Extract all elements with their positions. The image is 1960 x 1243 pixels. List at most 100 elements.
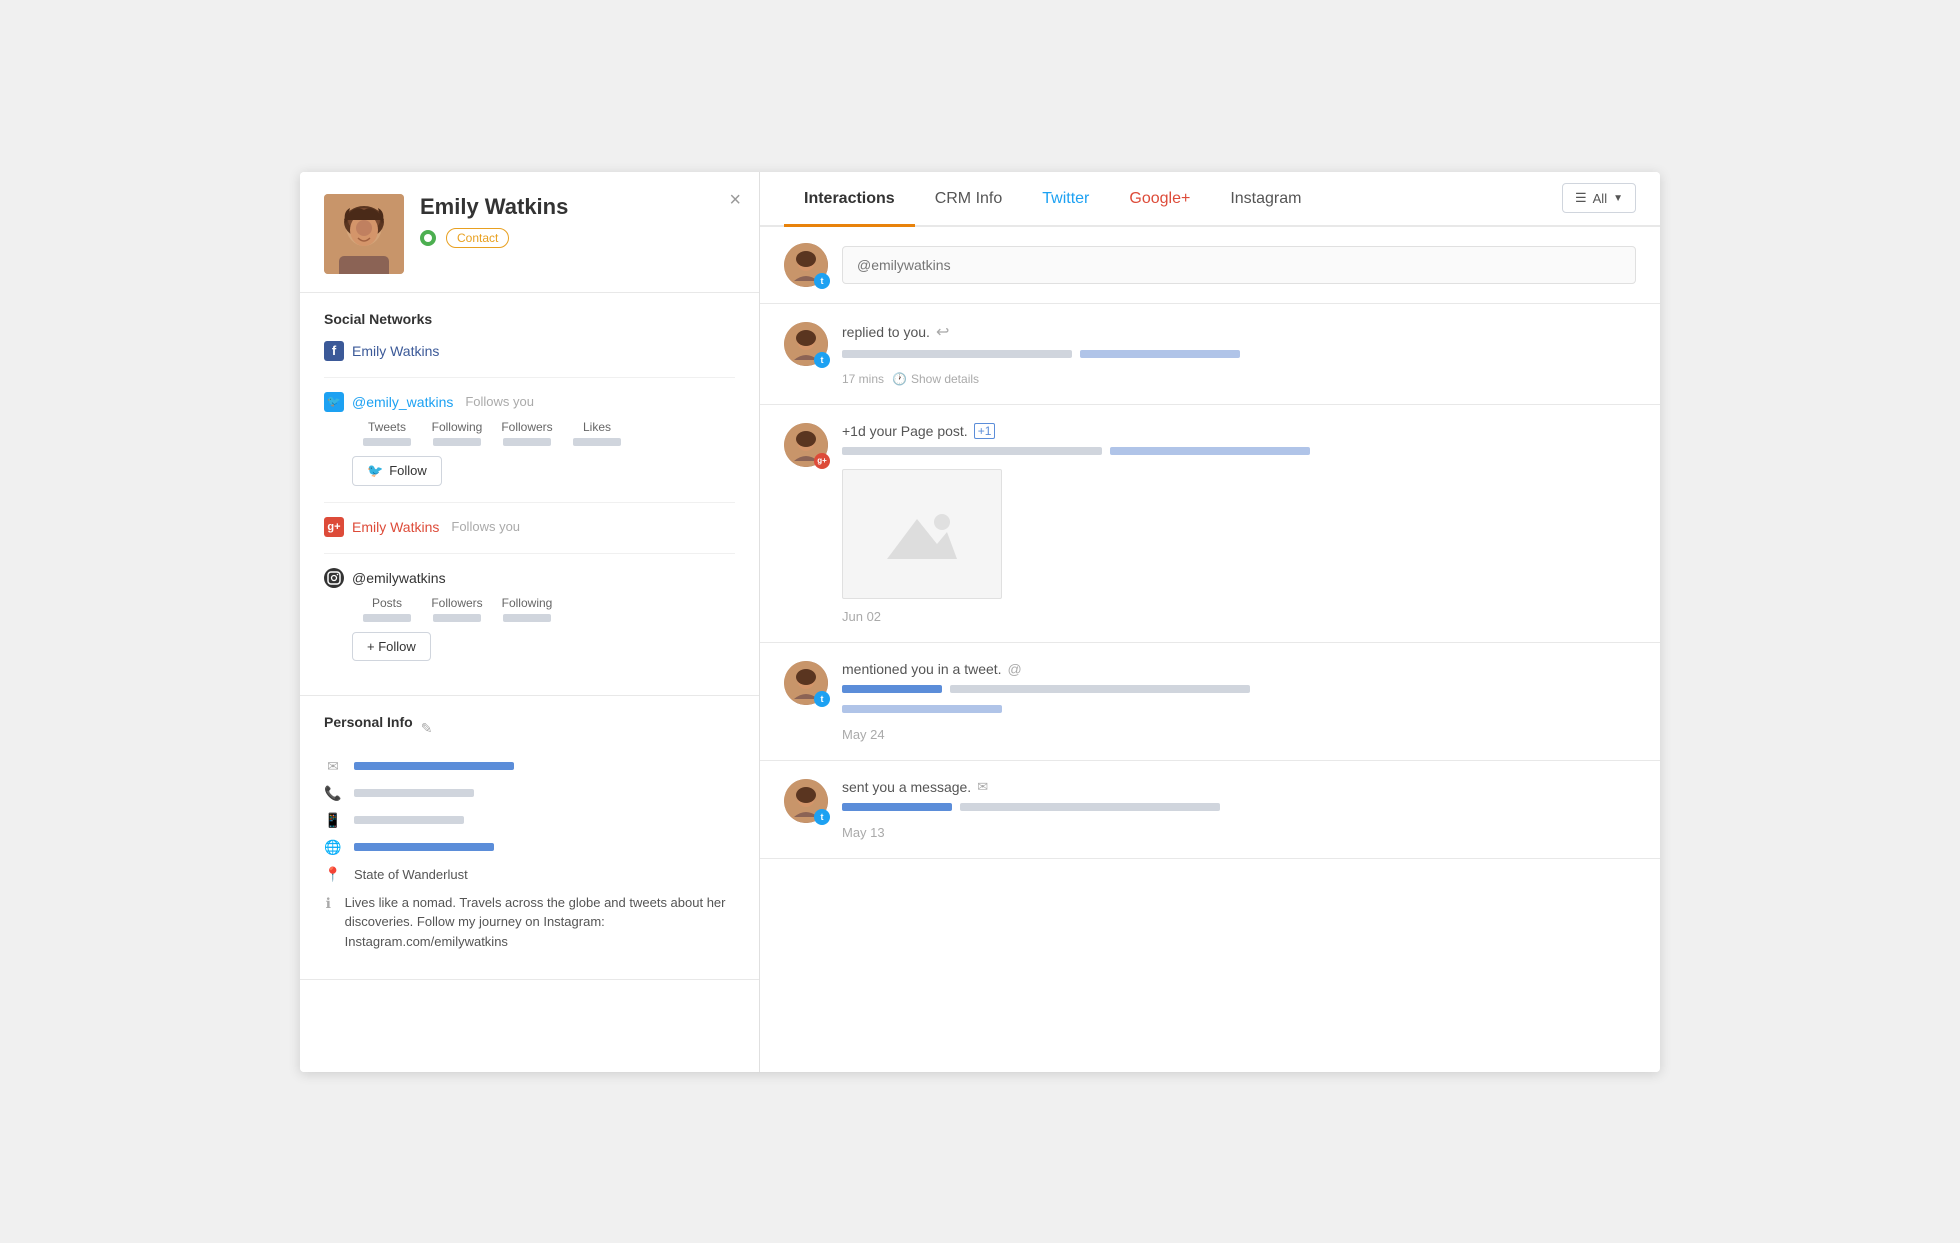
facebook-handle[interactable]: Emily Watkins xyxy=(352,343,439,359)
social-networks-title: Social Networks xyxy=(324,311,735,327)
personal-info-header: Personal Info ✎ xyxy=(324,714,735,744)
interaction-item-plus1: g+ +1d your Page post. +1 xyxy=(760,405,1660,643)
reply-twitter-badge: t xyxy=(814,352,830,368)
interactions-list: t t xyxy=(760,227,1660,1072)
plus1-line-2 xyxy=(1110,447,1310,455)
plus1-action-text: +1d your Page post. xyxy=(842,423,968,439)
edit-icon[interactable]: ✎ xyxy=(421,720,433,737)
message-twitter-badge: t xyxy=(814,809,830,825)
plus1-lines xyxy=(842,447,1636,461)
profile-info: Emily Watkins Contact xyxy=(420,194,735,248)
googleplus-follows-you: Follows you xyxy=(451,519,520,534)
mention-line-1b xyxy=(950,685,1250,693)
message-date: May 13 xyxy=(842,825,1636,840)
twitter-follow-icon: 🐦 xyxy=(367,463,383,479)
compose-twitter-badge: t xyxy=(814,273,830,289)
bio-text: Lives like a nomad. Travels across the g… xyxy=(345,893,735,952)
social-item-googleplus: g+ Emily Watkins Follows you xyxy=(324,517,735,537)
reply-avatar-wrapper: t xyxy=(784,322,828,366)
instagram-name-row: @emilywatkins xyxy=(324,568,735,588)
googleplus-icon: g+ xyxy=(324,517,344,537)
email-icon: ✉ xyxy=(324,758,342,775)
ig-followers-bar xyxy=(433,614,481,622)
tab-googleplus[interactable]: Google+ xyxy=(1109,172,1210,227)
show-details-link[interactable]: 🕐 Show details xyxy=(892,372,979,386)
mention-action-text: mentioned you in a tweet. xyxy=(842,661,1002,677)
googleplus-name[interactable]: Emily Watkins xyxy=(352,519,439,535)
left-panel: Emily Watkins Contact × Social Networks … xyxy=(300,172,760,1072)
twitter-follow-label: Follow xyxy=(389,463,427,478)
filter-label: All xyxy=(1593,191,1607,206)
filter-list-icon: ☰ xyxy=(1575,190,1587,206)
mention-date: May 24 xyxy=(842,727,1636,742)
mention-content: mentioned you in a tweet. @ May 24 xyxy=(842,661,1636,742)
followers-label: Followers xyxy=(492,420,562,434)
twitter-following-stat: Following xyxy=(422,420,492,446)
social-item-twitter: 🐦 @emily_watkins Follows you Tweets Foll… xyxy=(324,392,735,486)
reply-action-text: replied to you. xyxy=(842,324,930,340)
twitter-tweets-stat: Tweets xyxy=(352,420,422,446)
location-text: State of Wanderlust xyxy=(354,867,468,882)
compose-avatar-wrapper: t xyxy=(784,243,828,287)
twitter-follow-button[interactable]: 🐦 Follow xyxy=(352,456,442,486)
facebook-icon: f xyxy=(324,341,344,361)
tweets-bar xyxy=(363,438,411,446)
instagram-follow-button[interactable]: + Follow xyxy=(352,632,431,661)
instagram-follow-label: + Follow xyxy=(367,639,416,654)
mention-avatar-wrapper: t xyxy=(784,661,828,705)
app-container: Emily Watkins Contact × Social Networks … xyxy=(300,172,1660,1072)
clock-icon: 🕐 xyxy=(892,372,907,386)
info-email-row: ✉ xyxy=(324,758,735,775)
plus1-content: +1d your Page post. +1 xyxy=(842,423,1636,624)
twitter-follows-you: Follows you xyxy=(465,394,534,409)
info-mobile-row: 📱 xyxy=(324,812,735,829)
mention-twitter-badge: t xyxy=(814,691,830,707)
reply-header: replied to you. ↩ xyxy=(842,322,1636,342)
following-label: Following xyxy=(422,420,492,434)
message-avatar-wrapper: t xyxy=(784,779,828,823)
tab-twitter[interactable]: Twitter xyxy=(1022,172,1109,227)
right-panel: Interactions CRM Info Twitter Google+ In… xyxy=(760,172,1660,1072)
email-bar xyxy=(354,762,514,770)
info-website-row: 🌐 xyxy=(324,839,735,856)
mention-header: mentioned you in a tweet. @ xyxy=(842,661,1636,677)
location-icon: 📍 xyxy=(324,866,342,883)
profile-badges: Contact xyxy=(420,228,735,248)
bio-icon: ℹ xyxy=(324,895,333,912)
plus1-date: Jun 02 xyxy=(842,609,1636,624)
reply-line-1 xyxy=(842,350,1072,358)
plus1-image-placeholder xyxy=(842,469,1002,599)
tweets-label: Tweets xyxy=(352,420,422,434)
reply-meta: 17 mins 🕐 Show details xyxy=(842,372,1636,386)
twitter-followers-stat: Followers xyxy=(492,420,562,446)
interaction-item-reply: t replied to you. ↩ 17 mins xyxy=(760,304,1660,405)
show-details-text: Show details xyxy=(911,372,979,386)
plus1-avatar-wrapper: g+ xyxy=(784,423,828,467)
ig-following-label: Following xyxy=(492,596,562,610)
instagram-following-stat: Following xyxy=(492,596,562,622)
instagram-icon xyxy=(324,568,344,588)
tab-interactions[interactable]: Interactions xyxy=(784,172,915,227)
tabs-bar: Interactions CRM Info Twitter Google+ In… xyxy=(760,172,1660,227)
tab-crm-info[interactable]: CRM Info xyxy=(915,172,1023,227)
close-button[interactable]: × xyxy=(729,190,741,210)
mention-line-1a xyxy=(842,685,942,693)
plus1-icon: +1 xyxy=(974,423,996,439)
compose-row: t xyxy=(760,227,1660,304)
mobile-icon: 📱 xyxy=(324,812,342,829)
ig-posts-bar xyxy=(363,614,411,622)
filter-dropdown[interactable]: ☰ All ▼ xyxy=(1562,183,1636,213)
info-phone-row: 📞 xyxy=(324,785,735,802)
mention-at-icon: @ xyxy=(1008,661,1022,677)
ig-posts-label: Posts xyxy=(352,596,422,610)
twitter-handle[interactable]: @emily_watkins xyxy=(352,394,453,410)
filter-chevron-icon: ▼ xyxy=(1613,193,1623,204)
instagram-handle[interactable]: @emilywatkins xyxy=(352,570,446,586)
plus1-line-1 xyxy=(842,447,1102,455)
message-envelope-icon: ✉ xyxy=(977,779,988,795)
reply-content: replied to you. ↩ 17 mins 🕐 Show d xyxy=(842,322,1636,386)
reply-lines xyxy=(842,350,1636,364)
compose-input[interactable] xyxy=(842,246,1636,284)
tab-instagram[interactable]: Instagram xyxy=(1210,172,1321,227)
instagram-stats-row: Posts Followers Following xyxy=(352,596,735,622)
